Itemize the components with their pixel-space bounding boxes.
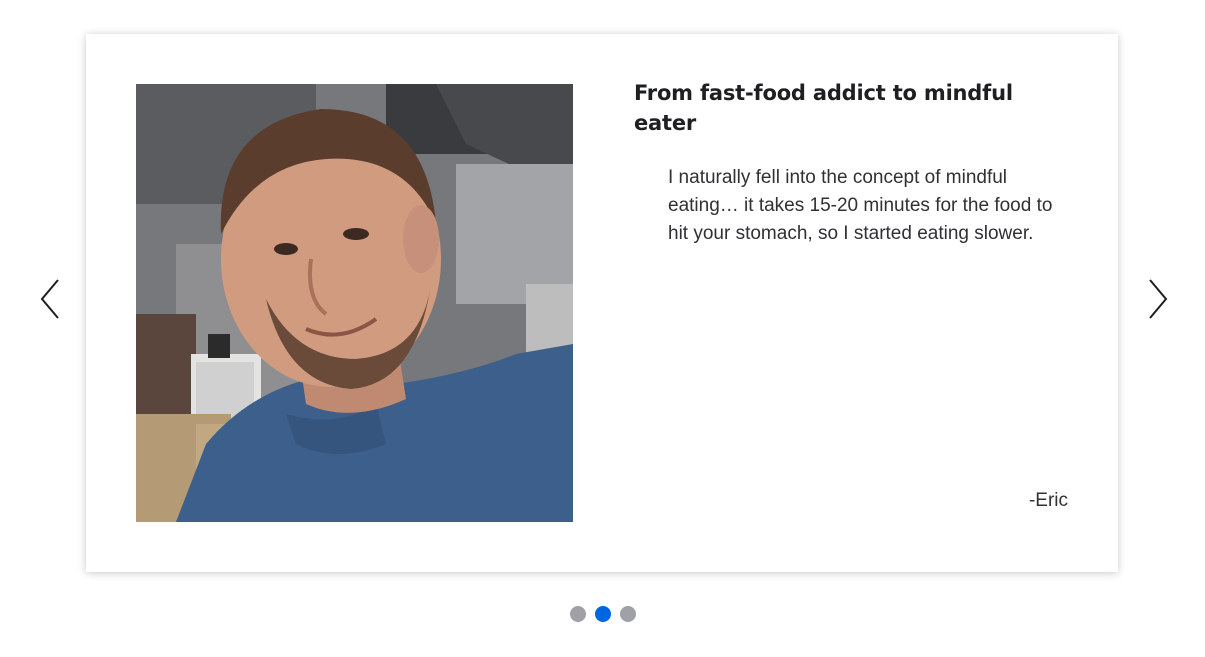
testimonial-photo (136, 84, 573, 522)
pagination-dot-1[interactable] (570, 606, 586, 622)
testimonial-card: From fast-food addict to mindful eater I… (86, 34, 1118, 572)
previous-slide-button[interactable] (36, 278, 66, 320)
chevron-right-icon (1149, 279, 1168, 319)
pagination-dot-2[interactable] (595, 606, 611, 622)
testimonial-quote: I naturally fell into the concept of min… (668, 167, 1053, 244)
pagination-dot-3[interactable] (620, 606, 636, 622)
testimonial-author: -Eric (1028, 490, 1068, 511)
testimonial-title: From fast-food addict to mindful eater (634, 81, 1013, 135)
testimonial-carousel: From fast-food addict to mindful eater I… (0, 0, 1205, 657)
next-slide-button[interactable] (1142, 278, 1172, 320)
chevron-left-icon (40, 279, 59, 319)
carousel-pagination (570, 606, 636, 622)
